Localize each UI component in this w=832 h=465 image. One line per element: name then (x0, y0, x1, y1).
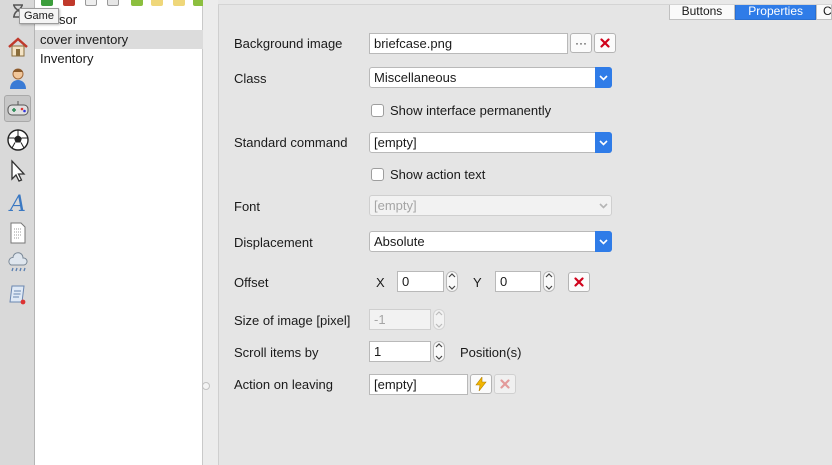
offset-y-input[interactable]: 0 (495, 271, 541, 292)
standard-command-label: Standard command (234, 135, 348, 150)
displacement-select[interactable]: Absolute (369, 231, 612, 252)
chevron-up-icon (435, 311, 443, 316)
displacement-label: Displacement (234, 235, 313, 250)
scroll-items-stepper[interactable] (433, 341, 445, 362)
chevron-down-icon (595, 67, 612, 88)
offset-x-stepper[interactable] (446, 271, 458, 292)
offset-x-label: X (376, 275, 385, 290)
folder-open-icon[interactable] (173, 0, 185, 6)
move-down-icon[interactable] (193, 0, 203, 6)
chevron-down-icon (435, 323, 443, 328)
chevron-down-icon[interactable] (435, 355, 443, 361)
ball-icon[interactable] (4, 126, 31, 153)
paste-icon[interactable] (107, 0, 119, 6)
left-toolbar: A (0, 0, 35, 465)
action-on-leaving-field[interactable]: [empty] (369, 374, 468, 395)
scroll-items-input[interactable]: 1 (369, 341, 431, 362)
chevron-down-icon (595, 132, 612, 153)
weather-icon[interactable] (4, 250, 31, 277)
chevron-down-icon (595, 195, 612, 216)
gamepad-icon[interactable] (4, 95, 31, 122)
font-value: [empty] (374, 198, 417, 213)
lightning-icon (475, 377, 487, 391)
home-icon[interactable] (4, 33, 31, 60)
add-icon[interactable] (41, 0, 53, 6)
move-up-icon[interactable] (131, 0, 143, 6)
offset-x-input[interactable]: 0 (397, 271, 444, 292)
character-icon[interactable] (4, 64, 31, 91)
delete-icon (500, 379, 510, 389)
object-tree: sor cover inventory Inventory (35, 0, 203, 465)
tree-item[interactable]: Inventory (35, 49, 203, 68)
delete-icon (574, 277, 584, 287)
font-label: Font (234, 199, 261, 214)
background-image-label: Background image (234, 36, 343, 51)
clear-background-button[interactable] (594, 33, 616, 53)
splitter-handle[interactable] (202, 382, 210, 390)
chevron-up-icon[interactable] (545, 272, 553, 278)
chevron-up-icon[interactable] (435, 342, 443, 348)
tree-toolbar (35, 0, 203, 8)
checkbox-box[interactable] (371, 168, 384, 181)
folder-icon[interactable] (151, 0, 163, 6)
size-of-image-input: -1 (369, 309, 431, 330)
splitter[interactable] (203, 0, 218, 465)
properties-panel: Buttons Properties C Background image br… (218, 4, 832, 465)
chevron-up-icon[interactable] (448, 272, 456, 278)
svg-text:A: A (8, 192, 26, 214)
offset-y-label: Y (473, 275, 482, 290)
tab-properties[interactable]: Properties (735, 5, 816, 20)
browse-button[interactable]: ··· (570, 33, 592, 53)
chevron-down-icon[interactable] (448, 285, 456, 291)
script-icon[interactable] (4, 281, 31, 308)
clear-offset-button[interactable] (568, 272, 590, 292)
action-on-leaving-label: Action on leaving (234, 377, 334, 392)
tooltip: Game (19, 8, 59, 24)
show-action-text-checkbox[interactable]: Show action text (371, 167, 485, 182)
show-interface-label: Show interface permanently (390, 103, 552, 118)
scroll-items-label: Scroll items by (234, 345, 319, 360)
clear-action-button (494, 374, 516, 394)
scroll-items-suffix: Position(s) (460, 345, 522, 360)
font-select: [empty] (369, 195, 612, 216)
class-select[interactable]: Miscellaneous (369, 67, 612, 88)
copy-icon[interactable] (85, 0, 97, 6)
standard-command-select[interactable]: [empty] (369, 132, 612, 153)
edit-action-button[interactable] (470, 374, 492, 394)
show-action-text-label: Show action text (390, 167, 486, 182)
tab-bar: Buttons Properties C (668, 5, 832, 20)
class-value: Miscellaneous (374, 70, 457, 85)
document-icon[interactable] (4, 219, 31, 246)
tab-buttons[interactable]: Buttons (668, 5, 736, 20)
displacement-value: Absolute (374, 234, 425, 249)
chevron-down-icon (595, 231, 612, 252)
tree-item[interactable]: sor (35, 10, 203, 29)
offset-y-stepper[interactable] (543, 271, 555, 292)
tab-cut-off[interactable]: C (816, 5, 832, 20)
remove-icon[interactable] (63, 0, 75, 6)
chevron-down-icon[interactable] (545, 285, 553, 291)
class-label: Class (234, 71, 267, 86)
show-interface-checkbox[interactable]: Show interface permanently (371, 103, 551, 118)
size-of-image-label: Size of image [pixel] (234, 313, 351, 328)
tree-item-selected[interactable]: cover inventory (35, 30, 203, 49)
checkbox-box[interactable] (371, 104, 384, 117)
standard-command-value: [empty] (374, 135, 417, 150)
delete-icon (600, 38, 610, 48)
font-icon[interactable]: A (4, 188, 31, 215)
cursor-icon[interactable] (4, 157, 31, 184)
offset-label: Offset (234, 275, 269, 290)
size-of-image-stepper (433, 309, 445, 330)
background-image-field[interactable]: briefcase.png (369, 33, 568, 54)
